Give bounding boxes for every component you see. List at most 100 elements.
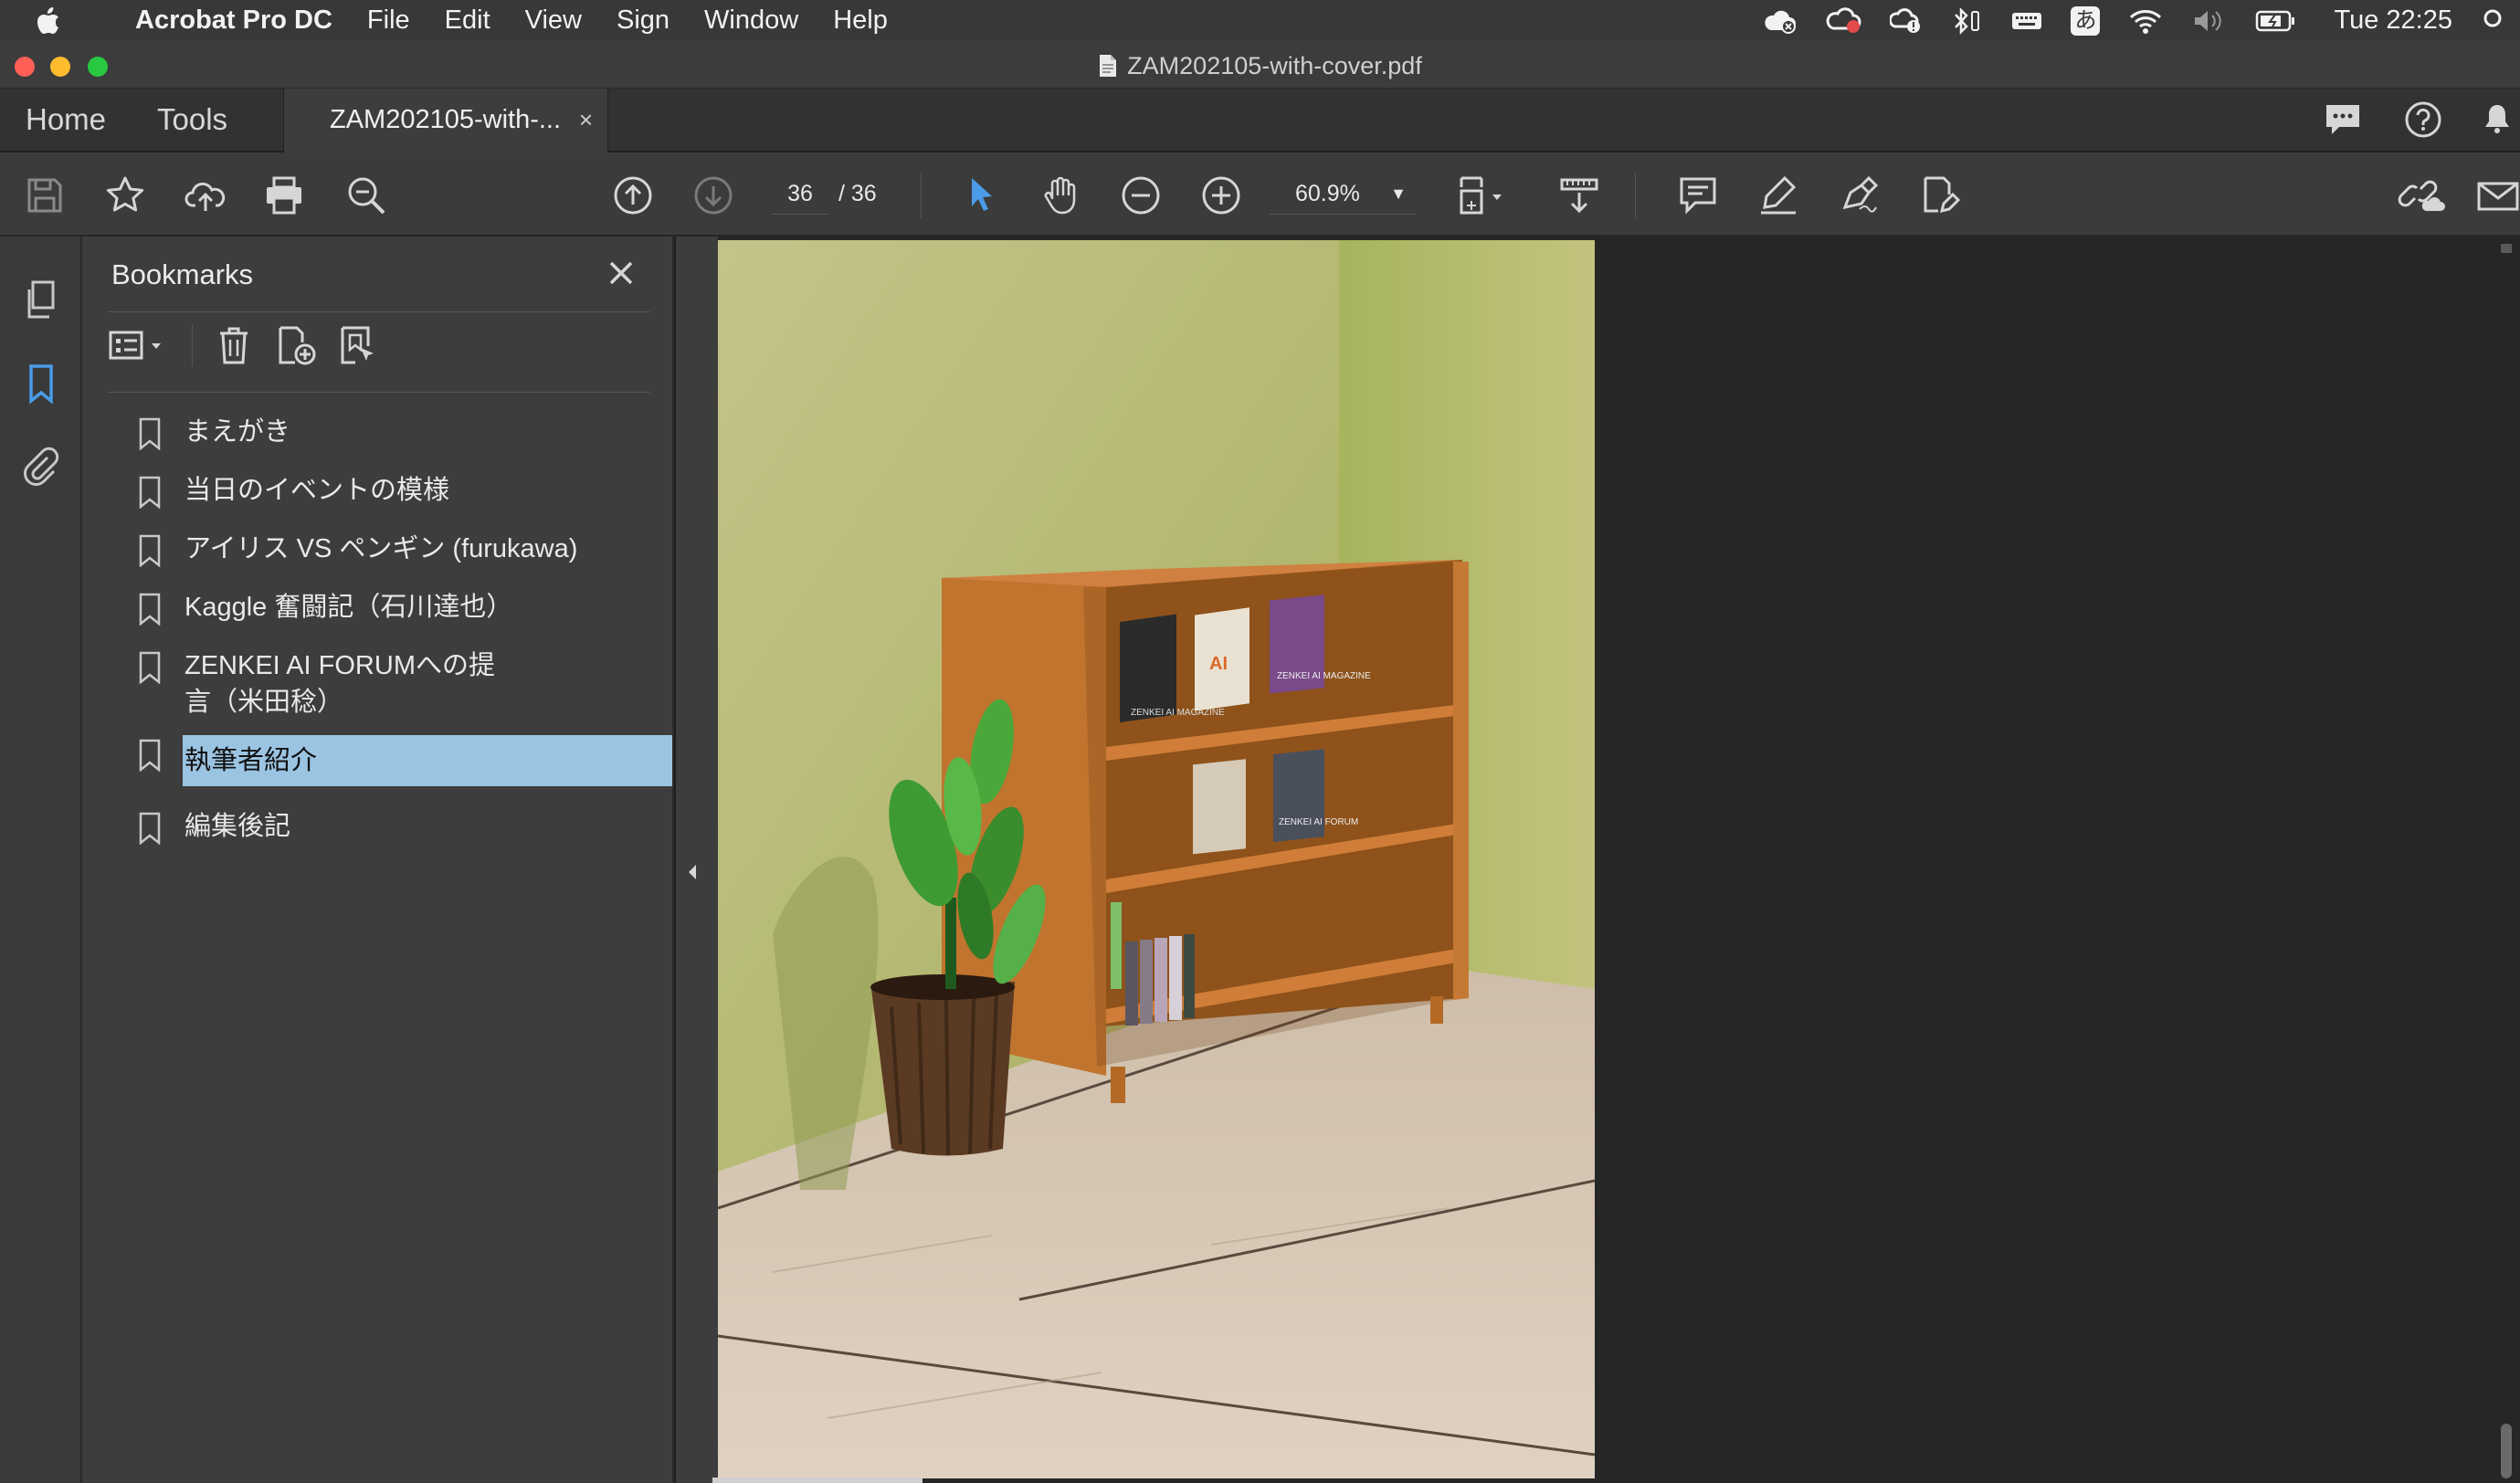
app-name-menu[interactable]: Acrobat Pro DC [135, 5, 332, 36]
fill-sign-icon[interactable] [1918, 174, 1960, 216]
tabbar-right-icons [2323, 100, 2520, 140]
toolbar-divider [1635, 173, 1636, 218]
svg-text:ZENKEI AI MAGAZINE: ZENKEI AI MAGAZINE [1277, 671, 1371, 681]
horizontal-scroll-indicator [712, 1478, 923, 1483]
tab-close-button[interactable]: × [579, 89, 593, 151]
main-toolbar: 36 / 36 60.9% ▼ [0, 153, 2520, 237]
volume-icon[interactable] [2191, 6, 2228, 36]
bookmark-options-menu-icon[interactable] [108, 324, 172, 366]
print-icon[interactable] [263, 174, 305, 216]
bookmark-item[interactable]: 編集後記 [137, 808, 685, 845]
tab-document[interactable]: ZAM202105-with-... × [283, 89, 608, 153]
macos-menubar: Acrobat Pro DC File Edit View Sign Windo… [0, 0, 2520, 41]
bookmark-icon [137, 812, 163, 845]
panel-divider [108, 311, 650, 312]
apple-menu-icon[interactable] [37, 6, 80, 35]
upload-cloud-icon[interactable] [185, 174, 227, 216]
pdf-page[interactable]: ZENKEI AI MAGAZINE AI ZENKEI AI MAGAZINE… [718, 240, 1595, 1478]
bookmarks-panel-icon[interactable] [20, 363, 62, 405]
bookmark-star-icon[interactable] [104, 174, 146, 216]
creative-cloud-icon[interactable] [1826, 6, 1862, 36]
bluetooth-icon[interactable] [1950, 6, 1983, 36]
scroll-mode-icon[interactable] [1558, 174, 1600, 216]
acrobat-tab-bar: Home Tools ZAM202105-with-... × [0, 89, 2520, 153]
tab-tools[interactable]: Tools [157, 89, 227, 153]
save-icon[interactable] [24, 174, 66, 216]
bookmark-icon [137, 476, 163, 509]
vertical-scrollbar[interactable] [2498, 240, 2515, 1478]
hand-tool-icon[interactable] [1039, 174, 1081, 216]
menubar-clock[interactable]: Tue 22:25 [2334, 5, 2452, 36]
email-icon[interactable] [2477, 174, 2519, 216]
input-method-indicator[interactable]: あ [2071, 5, 2101, 36]
file-menu[interactable]: File [367, 5, 410, 36]
bookmarks-panel: Bookmarks まえがき 当日のイベントの模様 アイリス VS ペンギン (… [82, 237, 674, 1483]
new-bookmark-icon[interactable] [275, 324, 317, 366]
spotlight-icon[interactable] [2480, 7, 2504, 35]
delete-bookmark-trash-icon[interactable] [213, 324, 255, 366]
bookmark-label: ZENKEI AI FORUMへの提言（米田稔） [185, 651, 495, 717]
share-link-icon[interactable] [2397, 174, 2446, 216]
page-total-label: / 36 [838, 181, 877, 206]
bookmark-from-selection-icon[interactable] [337, 324, 379, 366]
window-titlebar: ZAM202105-with-cover.pdf [0, 41, 2520, 89]
bookmark-item[interactable]: ZENKEI AI FORUMへの提言（米田稔） [137, 647, 521, 720]
bookmark-icon [137, 651, 163, 684]
cover-illustration: ZENKEI AI MAGAZINE AI ZENKEI AI MAGAZINE… [718, 240, 1595, 1478]
cloud-sync-icon[interactable] [1762, 6, 1798, 36]
keyboard-icon[interactable] [2010, 7, 2043, 35]
window-title-text: ZAM202105-with-cover.pdf [1127, 52, 1422, 79]
panel-divider [108, 392, 650, 393]
wifi-icon[interactable] [2127, 6, 2164, 36]
comment-icon[interactable] [1677, 174, 1719, 216]
bookmarks-toolbar-divider [192, 324, 193, 366]
svg-text:AI: AI [1209, 654, 1228, 674]
window-menu[interactable]: Window [704, 5, 798, 36]
zoom-level-select[interactable]: 60.9% ▼ [1270, 173, 1416, 215]
edit-menu[interactable]: Edit [445, 5, 490, 36]
fit-page-icon[interactable] [1458, 174, 1513, 216]
select-tool-arrow-icon[interactable] [961, 174, 1003, 216]
zoom-level-value: 60.9% [1295, 181, 1360, 206]
help-menu[interactable]: Help [833, 5, 888, 36]
menubar-status-area: あ Tue 22:25 [1762, 0, 2520, 41]
sign-menu[interactable]: Sign [617, 5, 670, 36]
search-icon[interactable] [345, 174, 387, 216]
bookmarks-panel-title: Bookmarks [111, 258, 254, 290]
tab-home[interactable]: Home [26, 89, 106, 153]
bookmarks-toolbar [108, 324, 379, 366]
zoom-out-icon[interactable] [1120, 174, 1162, 216]
attachments-paperclip-icon[interactable] [20, 445, 62, 487]
help-icon[interactable] [2403, 100, 2443, 140]
highlight-pen-icon[interactable] [1757, 174, 1799, 216]
bookmark-icon [137, 739, 163, 772]
current-page-input[interactable]: 36 [772, 173, 828, 215]
share-comments-icon[interactable] [2323, 100, 2363, 140]
notifications-bell-icon[interactable] [2483, 100, 2511, 140]
bookmark-item[interactable]: Kaggle 奮闘記（石川達也） [137, 589, 685, 626]
bookmark-item[interactable]: アイリス VS ペンギン (furukawa) [137, 531, 685, 567]
battery-icon[interactable] [2255, 7, 2297, 35]
toolbar-divider [921, 173, 922, 218]
next-page-icon[interactable] [692, 174, 734, 216]
previous-page-icon[interactable] [612, 174, 654, 216]
scrollbar-thumb[interactable] [2501, 1424, 2512, 1478]
bookmark-item[interactable]: まえがき [137, 414, 685, 450]
svg-text:ZENKEI AI MAGAZINE: ZENKEI AI MAGAZINE [1131, 708, 1225, 718]
view-menu[interactable]: View [525, 5, 582, 36]
document-viewport[interactable]: ZENKEI AI MAGAZINE AI ZENKEI AI MAGAZINE… [676, 237, 2520, 1483]
backup-status-icon[interactable] [1890, 6, 1923, 36]
tab-document-label: ZAM202105-with-... [330, 105, 562, 134]
close-panel-icon[interactable] [603, 255, 639, 291]
page-thumbnails-icon[interactable] [20, 279, 62, 321]
pdf-document-icon [1098, 54, 1118, 78]
bookmark-label: 当日のイベントの模様 [185, 476, 450, 505]
bookmark-label: アイリス VS ペンギン (furukawa) [185, 534, 578, 563]
zoom-in-icon[interactable] [1200, 174, 1242, 216]
book-cover: AI [1195, 607, 1249, 711]
bookmark-item[interactable]: 当日のイベントの模様 [137, 472, 685, 509]
navigation-rail [0, 237, 82, 1483]
sign-pen-icon[interactable] [1838, 174, 1880, 216]
collapse-panel-chevron-icon[interactable] [683, 858, 701, 886]
bookmark-item-selected[interactable]: 執筆者紹介 [137, 735, 685, 786]
